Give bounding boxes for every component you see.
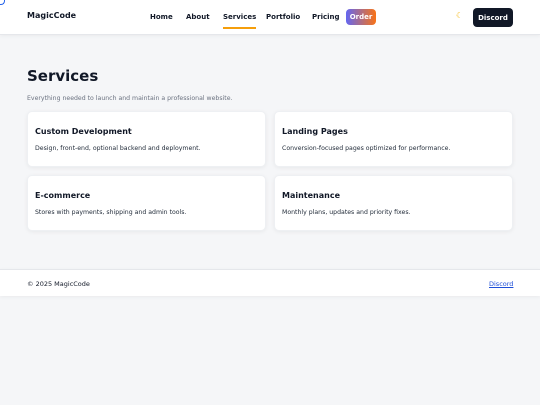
discord-button[interactable]: Discord [473, 8, 513, 27]
page-title: Services [27, 67, 99, 85]
site-header: MagicCode Home About Services Portfolio … [0, 0, 540, 35]
nav-link-services[interactable]: Services [223, 13, 257, 29]
service-card-custom-development: Custom Development Design, front-end, op… [27, 111, 266, 167]
service-card-maintenance: Maintenance Monthly plans, updates and p… [274, 175, 513, 231]
footer-discord-link[interactable]: Discord [489, 280, 513, 288]
site-footer: © 2025 MagicCode Discord [0, 269, 540, 296]
card-title: Maintenance [282, 191, 341, 200]
corner-focus-mark [0, 0, 5, 5]
card-description: Stores with payments, shipping and admin… [35, 209, 187, 216]
moon-icon[interactable]: ☾ [456, 12, 463, 20]
service-card-landing-pages: Landing Pages Conversion-focused pages o… [274, 111, 513, 167]
card-description: Conversion-focused pages optimized for p… [282, 145, 451, 152]
service-card-ecommerce: E-commerce Stores with payments, shippin… [27, 175, 266, 231]
nav-link-home[interactable]: Home [150, 13, 173, 21]
page-subtitle: Everything needed to launch and maintain… [27, 95, 233, 102]
card-description: Monthly plans, updates and priority fixe… [282, 209, 411, 216]
footer-copyright: © 2025 MagicCode [27, 280, 90, 288]
nav-link-about[interactable]: About [186, 13, 210, 21]
order-button[interactable]: Order [346, 9, 376, 25]
card-title: Custom Development [35, 127, 132, 136]
card-title: E-commerce [35, 191, 91, 200]
brand-logo[interactable]: MagicCode [27, 11, 76, 20]
card-title: Landing Pages [282, 127, 348, 136]
nav-link-pricing[interactable]: Pricing [312, 13, 340, 21]
card-description: Design, front-end, optional backend and … [35, 145, 201, 152]
nav-link-portfolio[interactable]: Portfolio [266, 13, 300, 21]
